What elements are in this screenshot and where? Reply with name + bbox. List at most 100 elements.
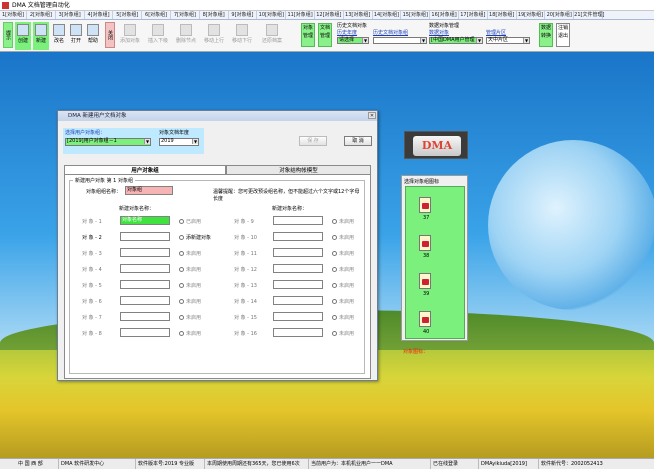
object-name-input[interactable]	[273, 312, 323, 321]
create-button[interactable]: 创建	[15, 22, 31, 50]
tab-object-group[interactable]: 19[对象组]	[517, 11, 546, 19]
object-status-radio[interactable]: 未启用	[179, 250, 201, 257]
object-status-radio[interactable]: 未启用	[179, 282, 201, 289]
object-name-input[interactable]	[120, 296, 170, 305]
object-status-radio[interactable]: 未启用	[179, 266, 201, 273]
user-group-select[interactable]: [2019]用户对象组－1 ▼	[65, 138, 151, 146]
object-manage-button[interactable]: 对象管理	[301, 23, 315, 47]
icon-list[interactable]: 37 38 39 40	[405, 186, 465, 339]
add-object-button[interactable]: 添加对象	[118, 22, 142, 50]
tab-object-group[interactable]: 17[对象组]	[459, 11, 488, 19]
group-name-input[interactable]: 对象组	[125, 186, 173, 195]
object-name-input[interactable]	[120, 280, 170, 289]
tab-object-group[interactable]: 8[对象组]	[200, 11, 229, 19]
object-row-label: 对 象 - 12	[234, 267, 257, 273]
icon-number-label: 40	[423, 329, 430, 335]
object-group-icon[interactable]	[419, 235, 431, 251]
year-select[interactable]: 2019 ▼	[159, 138, 199, 146]
status-code: DMAyikiuda[2019]	[478, 459, 527, 469]
data-object-select[interactable]: [中国DMA用户管理 ▼	[429, 37, 483, 44]
rename-button[interactable]: 改名	[51, 22, 67, 50]
object-status-radio[interactable]: 添新建对象	[179, 234, 211, 241]
history-year-select[interactable]: 请选择 ▼	[337, 37, 369, 44]
object-name-input[interactable]: 对象名称	[120, 216, 170, 225]
chevron-down-icon: ▼	[362, 38, 368, 43]
object-name-input[interactable]	[120, 248, 170, 257]
doc-manage-button[interactable]: 文档管理	[318, 23, 332, 47]
object-name-input[interactable]	[273, 296, 323, 305]
title-bar: DMA 文档管理自动化	[0, 0, 654, 11]
restore-archive-button[interactable]: 还原档案	[258, 22, 286, 50]
radio-icon	[179, 219, 184, 224]
object-status-radio[interactable]: 未启用	[332, 330, 354, 337]
object-status-radio[interactable]: 未启用	[332, 298, 354, 305]
object-name-input[interactable]	[273, 264, 323, 273]
object-name-input[interactable]	[273, 328, 323, 337]
tab-object-group[interactable]: 11[对象组]	[286, 11, 315, 19]
object-name-input[interactable]	[273, 216, 323, 225]
tab-object-group[interactable]: 9[对象组]	[229, 11, 258, 19]
delete-node-button[interactable]: 删除节点	[174, 22, 198, 50]
insert-child-button[interactable]: 插入下级	[146, 22, 170, 50]
object-group-icon[interactable]	[419, 273, 431, 289]
object-name-input[interactable]	[120, 264, 170, 273]
restore-icon	[266, 24, 278, 36]
object-status-radio[interactable]: 已启用	[179, 218, 201, 225]
tab-object-group[interactable]: 13[对象组]	[344, 11, 373, 19]
close-button[interactable]: 关闭	[105, 22, 115, 48]
object-row-label: 对 象 - 5	[82, 283, 102, 289]
tab-object-group[interactable]: 6[对象组]	[142, 11, 171, 19]
status-start: 中 国 西 部	[18, 461, 43, 467]
tab-object-group[interactable]: 3[对象组]	[56, 11, 85, 19]
object-status-radio[interactable]: 未启用	[332, 282, 354, 289]
hint-button[interactable]: 提示	[3, 22, 13, 48]
object-status-radio[interactable]: 未启用	[332, 218, 354, 225]
object-name-input[interactable]	[120, 232, 170, 241]
object-status-radio[interactable]: 未启用	[179, 298, 201, 305]
data-switch-button[interactable]: 数据转换	[539, 23, 553, 47]
region-select[interactable]: 天中片区 ▼	[486, 37, 530, 44]
tab-object-group[interactable]: 1[对象组]	[0, 11, 27, 19]
object-group-icon[interactable]	[419, 197, 431, 213]
object-group-icon[interactable]	[419, 311, 431, 327]
create-icon	[17, 24, 29, 36]
tab-object-group[interactable]: 2[对象组]	[27, 11, 56, 19]
tab-object-group[interactable]: 7[对象组]	[171, 11, 200, 19]
object-name-input[interactable]	[273, 232, 323, 241]
tab-object-group[interactable]: 20[对象组]	[545, 11, 575, 19]
tab-object-group[interactable]: 16[对象组]	[430, 11, 459, 19]
object-status-radio[interactable]: 未启用	[332, 314, 354, 321]
tab-object-group[interactable]: 15[对象组]	[401, 11, 431, 19]
tab-object-group[interactable]: 5[对象组]	[113, 11, 143, 19]
save-button[interactable]: 保 存	[299, 136, 327, 146]
tab-object-group[interactable]: 10[对象组]	[257, 11, 287, 19]
new-object-groupbox: 新建用户对象 第 1 对象组 对象组组名称： 对象组 温馨提醒：您可更改预设组名…	[69, 177, 365, 374]
move-up-button[interactable]: 移动上行	[202, 22, 226, 50]
status-version: 软件版本号:2019 专业版	[135, 459, 194, 469]
history-object-select[interactable]: ▼	[373, 37, 427, 44]
tab-object-group[interactable]: 21[文件管理]	[574, 11, 604, 19]
new-user-dialog: DMA 新建用户文档对象 ✕ 选择用户对象组： [2019]用户对象组－1 ▼ 对…	[57, 110, 378, 381]
cancel-button[interactable]: 取 消	[344, 136, 372, 146]
object-name-input[interactable]	[273, 280, 323, 289]
object-name-input[interactable]	[273, 248, 323, 257]
insert-child-icon	[152, 24, 164, 36]
delete-node-icon	[180, 24, 192, 36]
move-down-button[interactable]: 移动下行	[230, 22, 254, 50]
object-name-input[interactable]	[120, 312, 170, 321]
tab-object-group[interactable]: 12[对象组]	[315, 11, 344, 19]
object-status-radio[interactable]: 未启用	[179, 330, 201, 337]
object-status-radio[interactable]: 未启用	[332, 266, 354, 273]
logout-button[interactable]: 注销退出	[556, 23, 570, 47]
help-button[interactable]: 帮助	[85, 22, 101, 50]
tab-object-group[interactable]: 4[对象组]	[85, 11, 114, 19]
tab-object-group[interactable]: 18[对象组]	[488, 11, 517, 19]
object-status-radio[interactable]: 未启用	[179, 314, 201, 321]
tab-object-group[interactable]: 14[对象组]	[373, 11, 402, 19]
object-status-radio[interactable]: 未启用	[332, 234, 354, 241]
object-name-input[interactable]	[120, 328, 170, 337]
new-button[interactable]: 新建	[33, 22, 49, 50]
object-status-radio[interactable]: 未启用	[332, 250, 354, 257]
close-icon[interactable]: ✕	[368, 112, 376, 119]
open-button[interactable]: 打开	[68, 22, 84, 50]
